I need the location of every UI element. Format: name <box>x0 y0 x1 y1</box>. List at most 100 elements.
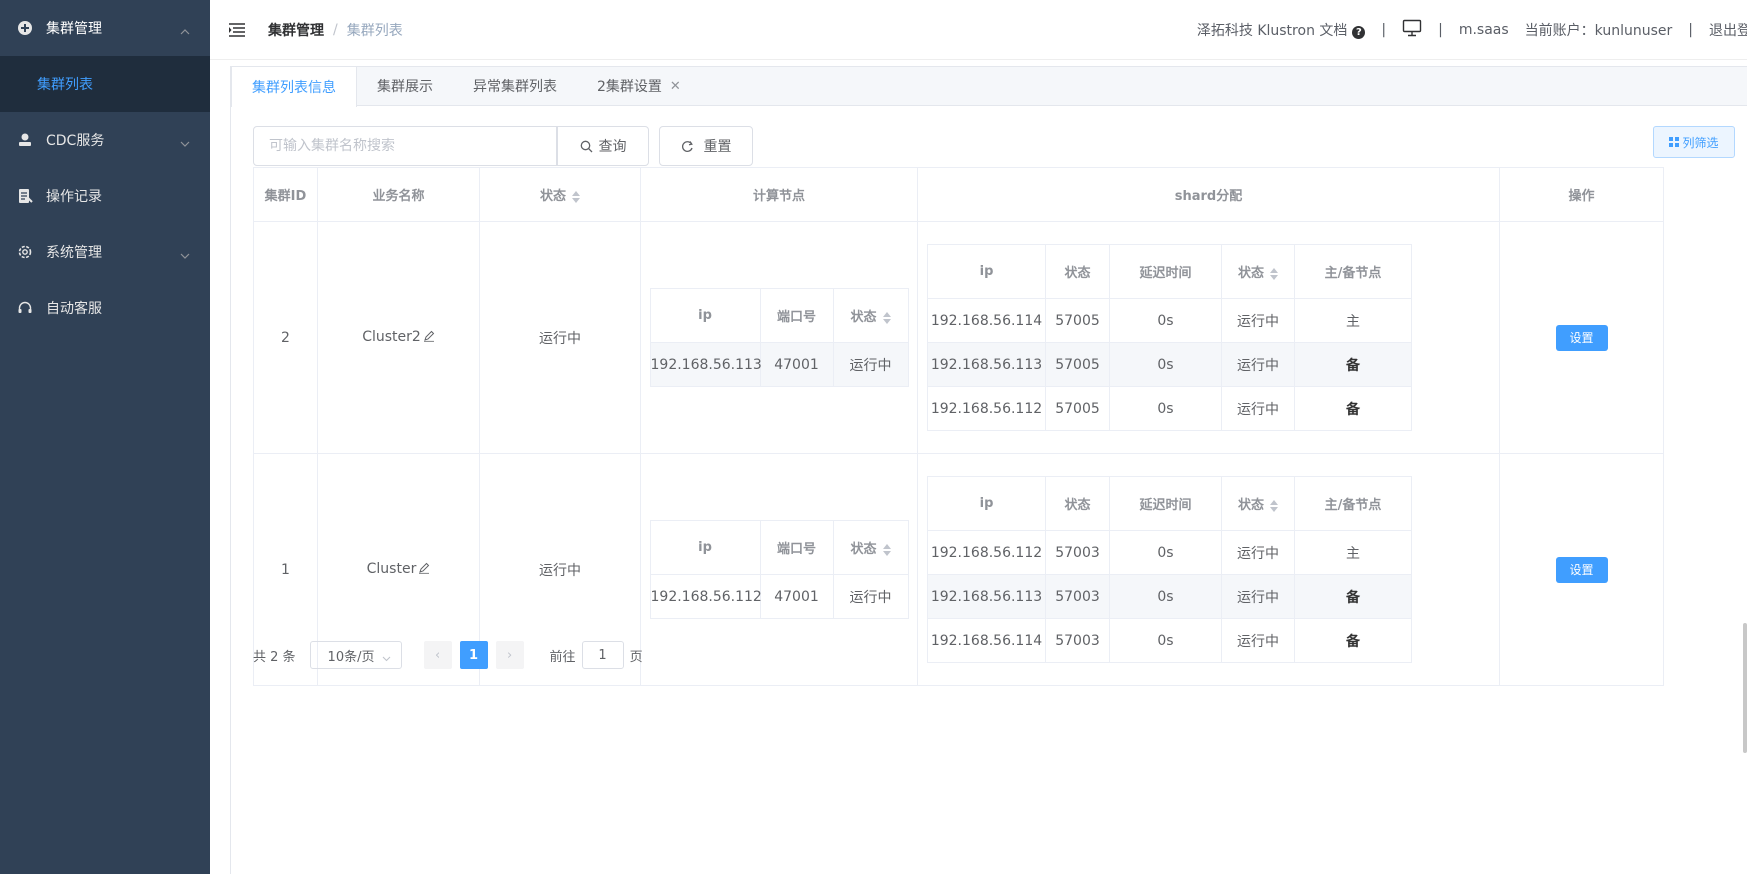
shard-table: ip 状态 延迟时间 状态 主/备节点 192.168.56.114 57005 0s 运行中… <box>927 244 1412 431</box>
shard-port: 57005 <box>1045 342 1110 387</box>
shard-status: 运行中 <box>1221 386 1295 431</box>
shard-header-status[interactable]: 状态 <box>1221 476 1295 531</box>
page-number-1[interactable]: 1 <box>459 641 488 669</box>
tab-label: 2集群设置 <box>597 79 662 95</box>
goto-page-input[interactable] <box>581 641 624 669</box>
header-label: 状态 <box>1237 266 1264 281</box>
shard-delay: 0s <box>1109 574 1222 619</box>
shard-port: 57003 <box>1045 618 1110 663</box>
cell-actions: 设置 <box>1499 221 1664 454</box>
pagination: 共 2 条 10条/页 ‹ 1 › 前往 页 <box>253 641 643 669</box>
tab-label: 异常集群列表 <box>473 79 557 95</box>
shard-table: ip 状态 延迟时间 状态 主/备节点 192.168.56.112 57003 0s 运行中… <box>927 476 1412 663</box>
shard-header-ip: ip <box>927 476 1046 531</box>
sidebar-item-label: CDC服务 <box>46 133 105 149</box>
table-row: 192.168.56.112 47001 运行中 <box>649 574 909 619</box>
header-shard: shard分配 <box>917 167 1500 222</box>
edit-icon[interactable] <box>418 562 430 578</box>
header-label: 状态 <box>539 189 566 204</box>
page-size-select[interactable]: 10条/页 <box>309 641 402 669</box>
shard-header-role: 主/备节点 <box>1294 476 1412 531</box>
comp-status: 运行中 <box>832 342 909 387</box>
header-actions: 操作 <box>1499 167 1664 222</box>
docs-label: 泽拓科技 Klustron 文档 <box>1196 23 1348 39</box>
sidebar-item-system-management[interactable]: 系统管理 <box>0 224 210 280</box>
sidebar-item-label: 系统管理 <box>46 245 102 261</box>
column-filter-button[interactable]: 列筛选 <box>1653 126 1735 158</box>
breadcrumb-cluster-management[interactable]: 集群管理 <box>268 20 324 40</box>
sidebar-item-operation-log[interactable]: 操作记录 <box>0 168 210 224</box>
shard-ip: 192.168.56.114 <box>927 298 1046 343</box>
sidebar: 集群管理 集群列表 CDC服务 操作记录 系统管理 自动客服 <box>0 0 210 874</box>
sidebar-item-cluster-list[interactable]: 集群列表 <box>0 56 210 112</box>
table-row: 192.168.56.112 57003 0s 运行中主 <box>927 530 1412 575</box>
shard-header-delay: 延迟时间 <box>1109 244 1222 299</box>
settings-button[interactable]: 设置 <box>1555 324 1608 351</box>
shard-status: 运行中 <box>1221 618 1295 663</box>
shard-delay: 0s <box>1109 342 1222 387</box>
next-page-button[interactable]: › <box>495 641 524 669</box>
header-status[interactable]: 状态 <box>479 167 641 222</box>
separator: | <box>1688 22 1693 38</box>
sidebar-item-cdc[interactable]: CDC服务 <box>0 112 210 168</box>
cell-shards: ip 状态 延迟时间 状态 主/备节点 192.168.56.114 57005 0s 运行中… <box>917 221 1500 454</box>
settings-button[interactable]: 设置 <box>1555 556 1608 583</box>
shard-header-ip: ip <box>927 244 1046 299</box>
cluster-name: Cluster2 <box>362 329 421 345</box>
tab-cluster-display[interactable]: 集群展示 <box>357 66 453 106</box>
menu-fold-icon[interactable] <box>228 22 250 38</box>
docs-link[interactable]: 泽拓科技 Klustron 文档? <box>1197 20 1366 40</box>
logout-link[interactable]: 退出登录 <box>1709 20 1747 40</box>
shard-role: 备 <box>1294 618 1412 663</box>
sidebar-item-auto-service[interactable]: 自动客服 <box>0 280 210 336</box>
scrollbar[interactable] <box>1743 623 1747 753</box>
sort-icon[interactable] <box>1270 267 1278 281</box>
comp-header-status[interactable]: 状态 <box>832 288 909 343</box>
table-header-row: 集群ID 业务名称 状态 计算节点 shard分配 操作 <box>253 167 1664 222</box>
comp-status: 运行中 <box>832 574 909 619</box>
sort-icon[interactable] <box>882 311 891 325</box>
table-row: 2 Cluster2 运行中 ip 端口号 状态 192.168.56.113 470… <box>253 221 1664 454</box>
close-icon[interactable]: ✕ <box>670 79 681 94</box>
help-icon: ? <box>1352 26 1366 39</box>
sidebar-item-label: 操作记录 <box>46 189 102 205</box>
cell-cluster-id: 2 <box>253 221 318 454</box>
cell-shards: ip 状态 延迟时间 状态 主/备节点 192.168.56.112 57003 0s 运行中… <box>917 453 1500 686</box>
comp-header-ip: ip <box>649 520 761 575</box>
comp-header-port: 端口号 <box>759 288 834 343</box>
shard-port: 57005 <box>1045 386 1110 431</box>
shard-header-status[interactable]: 状态 <box>1221 244 1295 299</box>
header-compute-nodes: 计算节点 <box>640 167 918 222</box>
tab-label: 集群展示 <box>377 79 433 95</box>
sidebar-item-cluster-management[interactable]: 集群管理 <box>0 0 210 56</box>
comp-header-status[interactable]: 状态 <box>832 520 909 575</box>
pagination-total: 共 2 条 <box>253 649 296 665</box>
table-row: 192.168.56.113 57003 0s 运行中备 <box>927 574 1412 619</box>
sidebar-submenu: 集群列表 <box>0 56 210 112</box>
tab-cluster2-settings[interactable]: 2集群设置 ✕ <box>577 66 701 106</box>
saas-label[interactable]: m.saas <box>1459 22 1509 38</box>
shard-status: 运行中 <box>1221 342 1295 387</box>
sort-icon[interactable] <box>1270 499 1278 513</box>
reset-button[interactable]: 重置 <box>659 126 753 166</box>
tab-cluster-list-info[interactable]: 集群列表信息 <box>231 66 357 107</box>
edit-icon[interactable] <box>423 330 435 346</box>
shard-role: 备 <box>1294 386 1412 431</box>
table-row: 192.168.56.113 57005 0s 运行中备 <box>927 342 1412 387</box>
prev-page-button[interactable]: ‹ <box>423 641 452 669</box>
shard-delay: 0s <box>1109 386 1222 431</box>
query-button[interactable]: 查询 <box>557 126 649 166</box>
sort-icon[interactable] <box>572 190 580 204</box>
filter-label: 列筛选 <box>1682 135 1719 150</box>
cell-compute-nodes: ip 端口号 状态 192.168.56.113 47001 运行中 <box>640 221 918 454</box>
cell-status: 运行中 <box>479 221 641 454</box>
tab-abnormal-clusters[interactable]: 异常集群列表 <box>453 66 577 106</box>
shard-port: 57005 <box>1045 298 1110 343</box>
sort-icon[interactable] <box>882 543 891 557</box>
shard-role: 主 <box>1294 298 1412 343</box>
shard-header-port: 状态 <box>1045 476 1110 531</box>
cluster-search-input[interactable] <box>253 126 557 166</box>
comp-port: 47001 <box>759 342 834 387</box>
monitor-icon[interactable] <box>1402 19 1422 41</box>
query-label: 查询 <box>598 139 627 155</box>
